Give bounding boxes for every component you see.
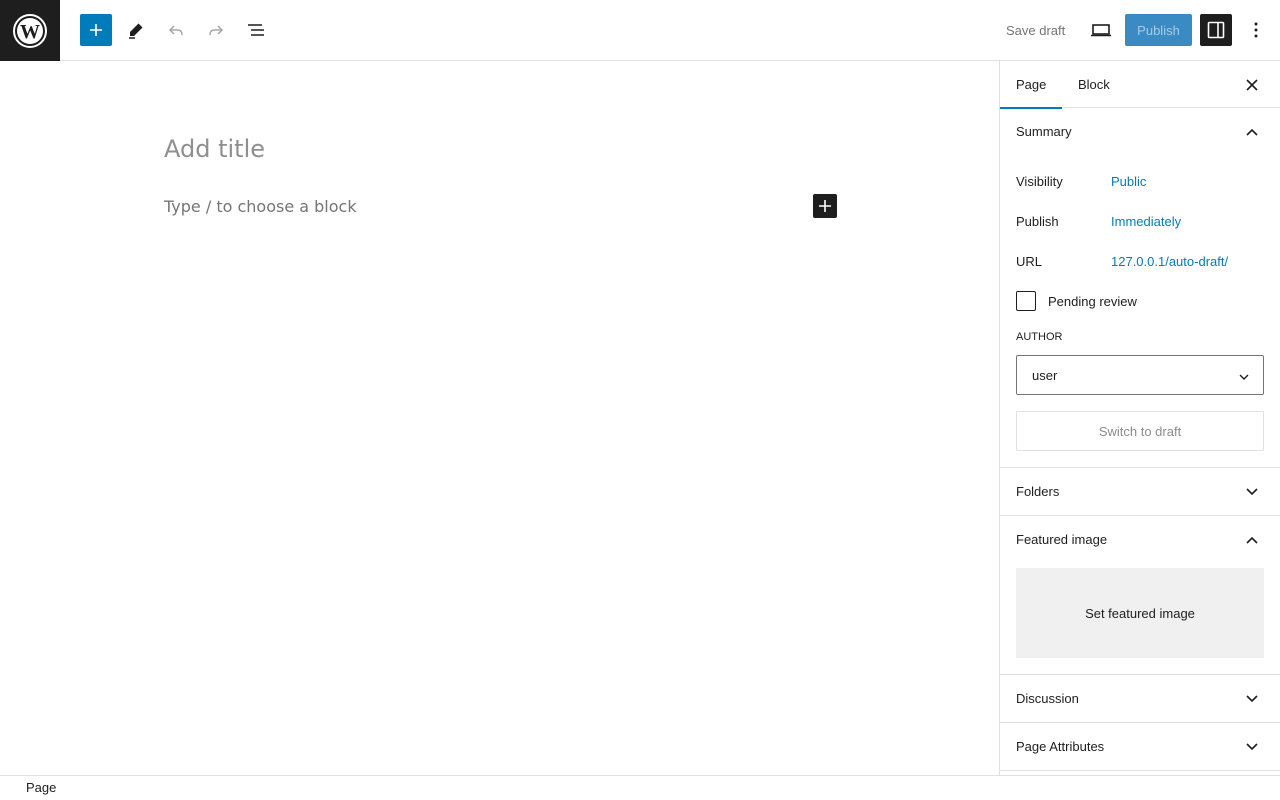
editor-canvas: Add title Type / to choose a block — [0, 61, 999, 775]
folders-toggle[interactable]: Folders — [1000, 468, 1280, 515]
author-value: user — [1032, 367, 1058, 383]
tab-page[interactable]: Page — [1000, 61, 1063, 109]
url-toggle[interactable]: 127.0.0.1/auto-draft/ — [1111, 254, 1228, 269]
pending-review-checkbox[interactable] — [1016, 291, 1036, 311]
add-block-button[interactable] — [80, 14, 112, 46]
laptop-icon — [1091, 24, 1111, 37]
url-row: URL 127.0.0.1/auto-draft/ — [1016, 241, 1264, 281]
summary-panel: Summary Visibility Public Publish Immedi… — [1000, 108, 1280, 468]
save-draft-button[interactable]: Save draft — [996, 14, 1075, 46]
pencil-icon — [129, 23, 143, 39]
panel-title: Folders — [1016, 484, 1060, 499]
page-attributes-panel: Page Attributes — [1000, 723, 1280, 771]
chevron-down-icon — [1240, 735, 1264, 759]
editor-header: W Save draft Publish — [0, 0, 1280, 61]
tools-button[interactable] — [120, 14, 152, 46]
chevron-up-icon — [1240, 528, 1264, 552]
sidebar-icon — [1207, 21, 1225, 39]
undo-button[interactable] — [160, 14, 192, 46]
row-label: URL — [1016, 253, 1043, 269]
chevron-down-icon — [1240, 687, 1264, 711]
visibility-row: Visibility Public — [1016, 161, 1264, 201]
panel-title: Summary — [1016, 124, 1072, 139]
settings-button[interactable] — [1200, 14, 1232, 46]
block-appender[interactable]: Type / to choose a block — [164, 197, 357, 216]
publish-date-toggle[interactable]: Immediately — [1111, 214, 1181, 229]
editor-footer: Page — [0, 775, 1280, 800]
author-select[interactable]: user — [1016, 355, 1264, 395]
wordpress-icon[interactable]: W — [0, 0, 60, 61]
row-label: Visibility — [1016, 173, 1063, 189]
folders-panel: Folders — [1000, 468, 1280, 516]
plus-icon — [819, 200, 831, 212]
chevron-up-icon — [1240, 120, 1264, 144]
close-icon — [1246, 79, 1258, 91]
breadcrumb[interactable]: Page — [26, 780, 56, 795]
vertical-dots-icon — [1254, 22, 1258, 38]
close-sidebar-button[interactable] — [1240, 73, 1264, 97]
page-attributes-toggle[interactable]: Page Attributes — [1000, 723, 1280, 770]
panel-title: Page Attributes — [1016, 739, 1105, 754]
tab-block[interactable]: Block — [1062, 61, 1126, 108]
author-label: AUTHOR — [1016, 331, 1063, 343]
title-input[interactable]: Add title — [164, 135, 265, 163]
preview-button[interactable] — [1085, 14, 1117, 46]
featured-image-panel: Featured image Set featured image — [1000, 516, 1280, 675]
sidebar-tabs: Page Block — [1000, 61, 1280, 109]
settings-sidebar: Page Block Summary Visibility Public Pub… — [999, 61, 1280, 775]
pending-review-label[interactable]: Pending review — [1048, 294, 1137, 309]
panel-title: Discussion — [1016, 691, 1079, 706]
redo-button[interactable] — [200, 14, 232, 46]
pending-review-row: Pending review — [1016, 281, 1264, 321]
set-featured-image-button[interactable]: Set featured image — [1016, 568, 1264, 658]
undo-icon — [168, 25, 183, 35]
redo-icon — [209, 25, 224, 35]
chevron-down-icon — [1239, 368, 1249, 383]
options-button[interactable] — [1240, 14, 1272, 46]
summary-toggle[interactable]: Summary — [1000, 108, 1280, 155]
featured-image-toggle[interactable]: Featured image — [1000, 516, 1280, 563]
plus-icon — [90, 24, 102, 36]
list-view-icon — [248, 24, 264, 36]
inline-add-block-button[interactable] — [813, 194, 837, 218]
panel-title: Featured image — [1016, 532, 1108, 547]
publish-row: Publish Immediately — [1016, 201, 1264, 241]
chevron-down-icon — [1240, 480, 1264, 504]
row-label: Publish — [1016, 213, 1059, 229]
visibility-toggle[interactable]: Public — [1111, 174, 1146, 189]
publish-button[interactable]: Publish — [1125, 14, 1192, 46]
discussion-panel: Discussion — [1000, 675, 1280, 723]
discussion-toggle[interactable]: Discussion — [1000, 675, 1280, 722]
document-overview-button[interactable] — [240, 14, 272, 46]
svg-text:W: W — [20, 21, 40, 43]
switch-to-draft-button[interactable]: Switch to draft — [1016, 411, 1264, 451]
